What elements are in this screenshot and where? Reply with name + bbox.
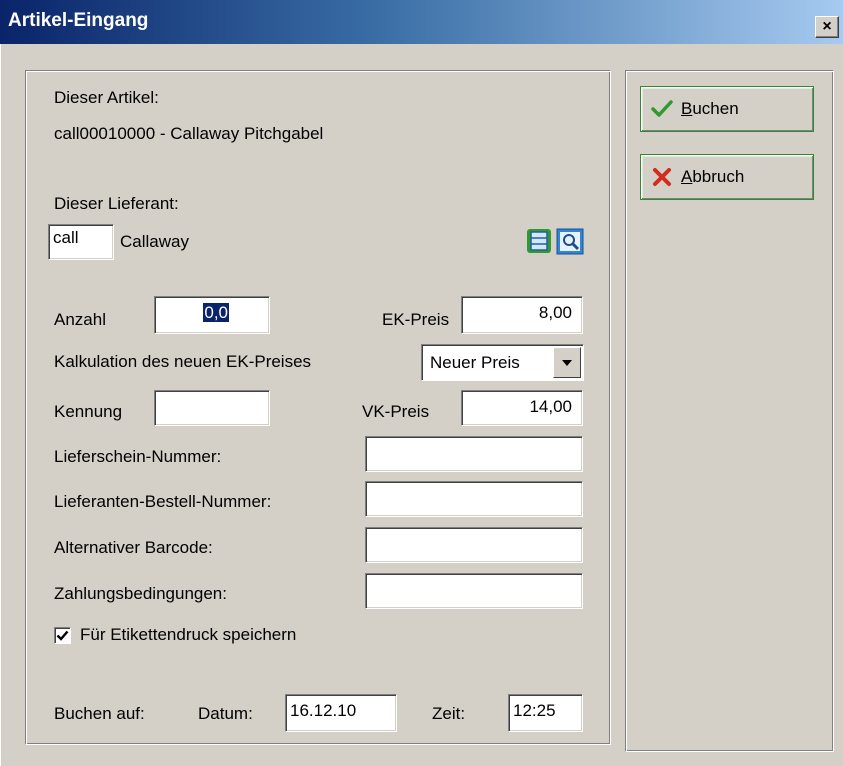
- buchen-auf-label: Buchen auf:: [54, 704, 145, 723]
- ek-preis-label: EK-Preis: [382, 310, 450, 329]
- window-title: Artikel-Eingang: [8, 10, 149, 31]
- zeit-field[interactable]: 12:25: [508, 694, 583, 732]
- bestell-field[interactable]: [365, 481, 583, 517]
- search-icon[interactable]: [556, 226, 584, 256]
- title-bar: Artikel-Eingang ×: [0, 0, 843, 44]
- kalkulation-select[interactable]: Neuer Preis: [421, 344, 584, 381]
- dropdown-arrow-button[interactable]: [553, 347, 581, 378]
- lieferschein-label: Lieferschein-Nummer:: [54, 447, 222, 466]
- vk-preis-field[interactable]: 14,00: [461, 390, 583, 426]
- etikett-label: Für Etikettendruck speichern: [80, 625, 297, 644]
- anzahl-value: 0,0: [203, 303, 229, 322]
- list-icon[interactable]: [525, 226, 553, 256]
- article-value: call00010000 - Callaway Pitchgabel: [54, 124, 324, 143]
- abbruch-button[interactable]: Abbruch: [640, 154, 814, 200]
- abbruch-label: Abbruch: [681, 167, 745, 186]
- supplier-code-field[interactable]: call: [48, 224, 114, 260]
- supplier-label: Dieser Lieferant:: [54, 194, 179, 213]
- buchen-button[interactable]: Buchen: [640, 86, 814, 132]
- close-icon: ×: [822, 18, 832, 35]
- zahlung-field[interactable]: [365, 573, 583, 609]
- vk-preis-value: 14,00: [529, 397, 572, 416]
- buchen-label: Buchen: [681, 99, 739, 118]
- barcode-label: Alternativer Barcode:: [54, 538, 213, 557]
- checkmark-icon: [651, 100, 673, 117]
- ek-preis-value: 8,00: [538, 303, 572, 322]
- vk-preis-label: VK-Preis: [362, 402, 430, 421]
- anzahl-label: Anzahl: [54, 310, 106, 329]
- anzahl-field[interactable]: 0,0: [154, 296, 270, 334]
- ek-preis-field[interactable]: 8,00: [461, 296, 583, 334]
- datum-label: Datum:: [198, 704, 253, 723]
- datum-value: 16.12.10: [290, 701, 357, 720]
- close-button[interactable]: ×: [815, 16, 839, 38]
- kalkulation-label: Kalkulation des neuen EK-Preises: [54, 352, 312, 371]
- zeit-value: 12:25: [513, 701, 556, 720]
- barcode-field[interactable]: [365, 527, 583, 563]
- close-icon: [653, 168, 671, 186]
- lieferschein-field[interactable]: [365, 436, 583, 472]
- etikett-checkbox[interactable]: [54, 627, 71, 644]
- zahlung-label: Zahlungsbedingungen:: [54, 584, 227, 603]
- bestell-label: Lieferanten-Bestell-Nummer:: [54, 492, 272, 511]
- kalkulation-value: Neuer Preis: [430, 353, 520, 372]
- supplier-name: Callaway: [120, 232, 189, 251]
- article-label: Dieser Artikel:: [54, 88, 159, 107]
- datum-field[interactable]: 16.12.10: [285, 694, 397, 732]
- kennung-field[interactable]: [154, 390, 270, 426]
- checkmark-icon: [56, 630, 69, 641]
- zeit-label: Zeit:: [432, 704, 466, 723]
- chevron-down-icon: [562, 359, 572, 366]
- kennung-label: Kennung: [54, 402, 123, 421]
- supplier-code-value: call: [53, 228, 79, 247]
